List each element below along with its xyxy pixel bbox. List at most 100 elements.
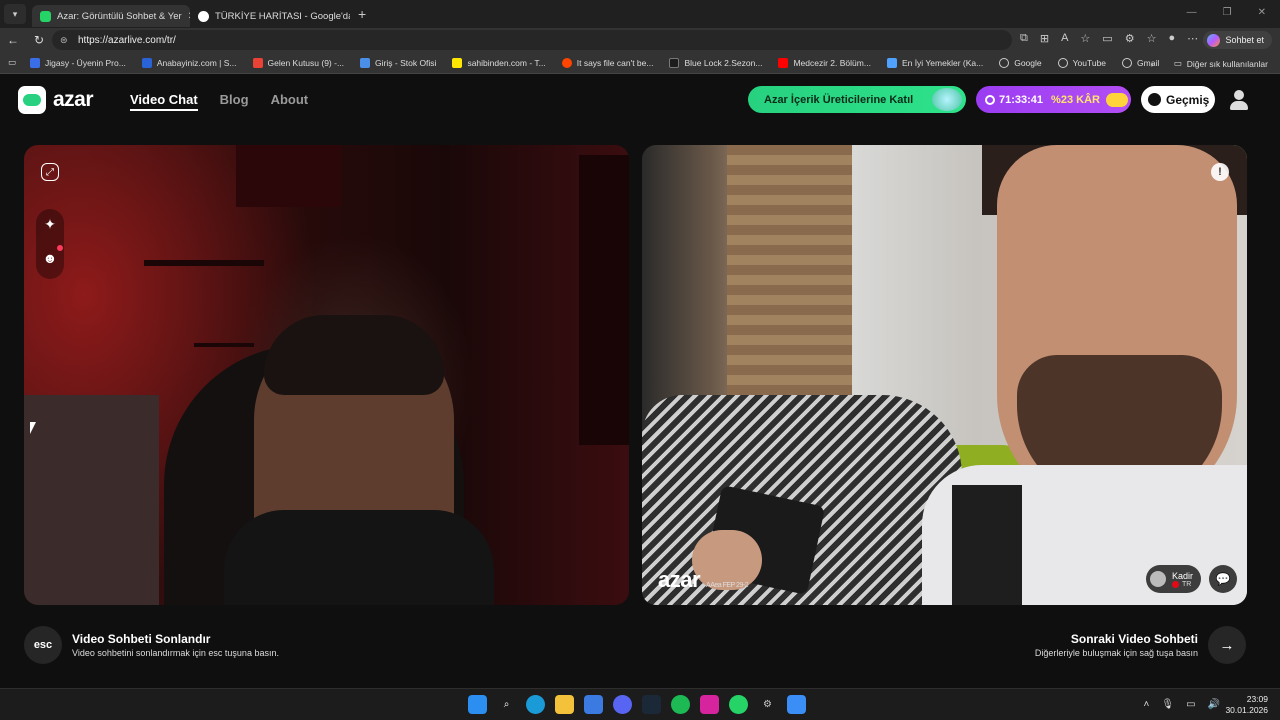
end-chat-hint: Video sohbetini sonlandırmak için esc tu… bbox=[72, 648, 279, 658]
other-bookmarks[interactable]: › ▭ Diğer sık kullanılanlar bbox=[1151, 58, 1268, 69]
discord-icon[interactable] bbox=[613, 695, 632, 714]
mouse-cursor-icon bbox=[30, 422, 36, 434]
new-tab-icon[interactable]: + bbox=[358, 6, 366, 22]
steam-icon[interactable] bbox=[642, 695, 661, 714]
app-icon[interactable] bbox=[787, 695, 806, 714]
microphone-icon[interactable]: 🎙 bbox=[1161, 699, 1174, 710]
more-menu-icon[interactable]: ⋯ bbox=[1187, 32, 1198, 45]
notification-dot bbox=[57, 245, 63, 251]
azar-logo[interactable]: azar bbox=[18, 86, 94, 114]
globe-icon bbox=[1057, 57, 1068, 68]
bookmark-item[interactable]: YouTube bbox=[1057, 57, 1106, 68]
start-icon[interactable] bbox=[468, 695, 487, 714]
clock-icon bbox=[985, 94, 995, 105]
site-info-icon[interactable]: ⊜ bbox=[60, 35, 70, 45]
chevron-right-icon[interactable]: › bbox=[1151, 59, 1154, 69]
wall-shelf bbox=[194, 343, 254, 347]
edge-icon[interactable] bbox=[526, 695, 545, 714]
store-icon[interactable] bbox=[584, 695, 603, 714]
end-chat-button[interactable]: esc bbox=[24, 626, 62, 664]
bookmark-item[interactable]: En İyi Yemekler (Ka... bbox=[886, 57, 983, 68]
bookmark-item[interactable]: Giriş - Stok Ofisi bbox=[360, 57, 436, 68]
peer-name: Kadir bbox=[1171, 570, 1193, 581]
chevron-up-icon[interactable]: ˄ bbox=[1144, 699, 1150, 710]
bookmark-item[interactable]: Blue Lock 2.Sezon... bbox=[669, 57, 762, 68]
copilot-chat-label: Sohbet et bbox=[1225, 35, 1264, 45]
system-clock[interactable]: 23:09 30.01.2026 bbox=[1225, 694, 1268, 716]
history-button[interactable]: Geçmiş bbox=[1141, 86, 1215, 113]
bookmark-item[interactable]: Gelen Kutusu (9) -... bbox=[252, 57, 344, 68]
network-icon[interactable]: ▭ bbox=[1186, 699, 1195, 710]
bookmark-item[interactable]: Anabayiniz.com | S... bbox=[141, 57, 237, 68]
close-window-icon[interactable]: ✕ bbox=[1258, 7, 1266, 18]
maximize-icon[interactable]: ❐ bbox=[1223, 7, 1232, 18]
sahibinden-favicon-icon bbox=[452, 57, 463, 68]
file-explorer-icon[interactable] bbox=[555, 695, 574, 714]
tab-turkey-map[interactable]: TÜRKİYE HARİTASI - Google'da Ar ✕ bbox=[190, 5, 350, 27]
chat-bubble-icon[interactable]: 💬 bbox=[1209, 565, 1237, 593]
nav-video-chat[interactable]: Video Chat bbox=[130, 92, 198, 111]
bookmark-item[interactable]: Google bbox=[999, 57, 1042, 68]
spotify-icon[interactable] bbox=[671, 695, 690, 714]
creator-join-button[interactable]: Azar İçerik Üreticilerine Katıl bbox=[748, 86, 966, 113]
peer-country: TR bbox=[1171, 580, 1193, 588]
refresh-icon[interactable]: ↻ bbox=[26, 33, 52, 47]
tab-title: TÜRKİYE HARİTASI - Google'da Ar bbox=[215, 10, 350, 22]
local-person-shirt bbox=[224, 510, 494, 605]
copilot-chat-button[interactable]: Sohbet et bbox=[1203, 31, 1272, 49]
bookmark-item[interactable]: sahibinden.com - T... bbox=[452, 57, 546, 68]
apps-icon[interactable]: ⊞ bbox=[1040, 32, 1049, 45]
creator-illustration-icon bbox=[932, 88, 962, 111]
video-icon[interactable]: ▭ bbox=[1102, 32, 1112, 45]
tab-actions-menu-icon[interactable]: ▾ bbox=[4, 4, 26, 24]
end-chat-title: Video Sohbeti Sonlandır bbox=[72, 632, 211, 646]
promo-timer-button[interactable]: 71:33:41 %23 KÂR bbox=[976, 86, 1131, 113]
system-tray: ˄ 🎙 ▭ 🔊 bbox=[1144, 699, 1220, 710]
nav-about[interactable]: About bbox=[271, 92, 309, 111]
bookmark-item[interactable]: Jigasy - Üyenin Pro... bbox=[30, 57, 126, 68]
minimize-icon[interactable]: — bbox=[1187, 7, 1197, 18]
profile-avatar-icon[interactable]: ● bbox=[1168, 32, 1175, 45]
creator-join-label: Azar İçerik Üreticilerine Katıl bbox=[764, 93, 914, 106]
url-field[interactable]: ⊜ https://azarlive.com/tr/ bbox=[52, 30, 1012, 50]
profile-icon[interactable] bbox=[1228, 89, 1250, 111]
instagram-icon[interactable] bbox=[700, 695, 719, 714]
local-video: ⤢ ✦ ☻ bbox=[24, 145, 629, 605]
history-icon bbox=[1148, 93, 1161, 106]
turkey-flag-icon bbox=[1171, 580, 1179, 588]
bookmark-favicon-icon bbox=[30, 57, 41, 68]
watermark-id: AAea FEP 29-2 bbox=[706, 582, 749, 589]
favorites-icon[interactable]: ☆ bbox=[1147, 32, 1157, 45]
azar-logo-text: azar bbox=[53, 88, 94, 111]
read-aloud-icon[interactable]: A bbox=[1061, 32, 1068, 45]
expand-icon[interactable]: ⤢ bbox=[41, 163, 59, 181]
reddit-favicon-icon bbox=[561, 57, 572, 68]
next-chat-button[interactable]: → bbox=[1208, 626, 1246, 664]
tab-azar[interactable]: Azar: Görüntülü Sohbet & Yer ✕ bbox=[32, 5, 190, 27]
volume-icon[interactable]: 🔊 bbox=[1208, 699, 1220, 710]
translate-icon[interactable]: ⧉ bbox=[1020, 32, 1028, 45]
coins-icon bbox=[1105, 92, 1128, 107]
search-icon[interactable]: ⌕ bbox=[497, 695, 516, 714]
back-icon[interactable]: ← bbox=[0, 33, 26, 47]
main-nav: Video Chat Blog About bbox=[130, 92, 308, 111]
magic-wand-icon[interactable]: ✦ bbox=[38, 212, 62, 236]
nav-blog[interactable]: Blog bbox=[220, 92, 249, 111]
azar-page: azar Video Chat Blog About Azar İçerik Ü… bbox=[0, 75, 1280, 687]
settings-icon[interactable]: ⚙ bbox=[758, 695, 777, 714]
bookmark-item[interactable]: It says file can't be... bbox=[561, 57, 653, 68]
address-bar: ← ↻ ⊜ https://azarlive.com/tr/ ⧉ ⊞ A ☆ ▭… bbox=[0, 28, 1280, 52]
whatsapp-icon[interactable] bbox=[729, 695, 748, 714]
bookmarks-toggle-icon[interactable]: ▭ bbox=[8, 57, 16, 68]
bookmark-item[interactable]: Medcezir 2. Bölüm... bbox=[778, 57, 871, 68]
remote-video: ! azar AAea FEP 29-2 Kadir TR 💬 bbox=[642, 145, 1247, 605]
address-bar-icons: ⧉ ⊞ A ☆ ▭ ⚙ ☆ ● ⋯ bbox=[1020, 32, 1198, 45]
bookmark-favicon-icon bbox=[669, 57, 680, 68]
url-text: https://azarlive.com/tr/ bbox=[78, 34, 176, 46]
peer-info[interactable]: Kadir TR bbox=[1145, 565, 1201, 593]
favorite-star-icon[interactable]: ☆ bbox=[1080, 32, 1090, 45]
bookmark-favicon-icon bbox=[360, 57, 371, 68]
extensions-icon[interactable]: ⚙ bbox=[1125, 32, 1135, 45]
report-icon[interactable]: ! bbox=[1211, 163, 1229, 181]
bookmark-favicon-icon bbox=[886, 57, 897, 68]
